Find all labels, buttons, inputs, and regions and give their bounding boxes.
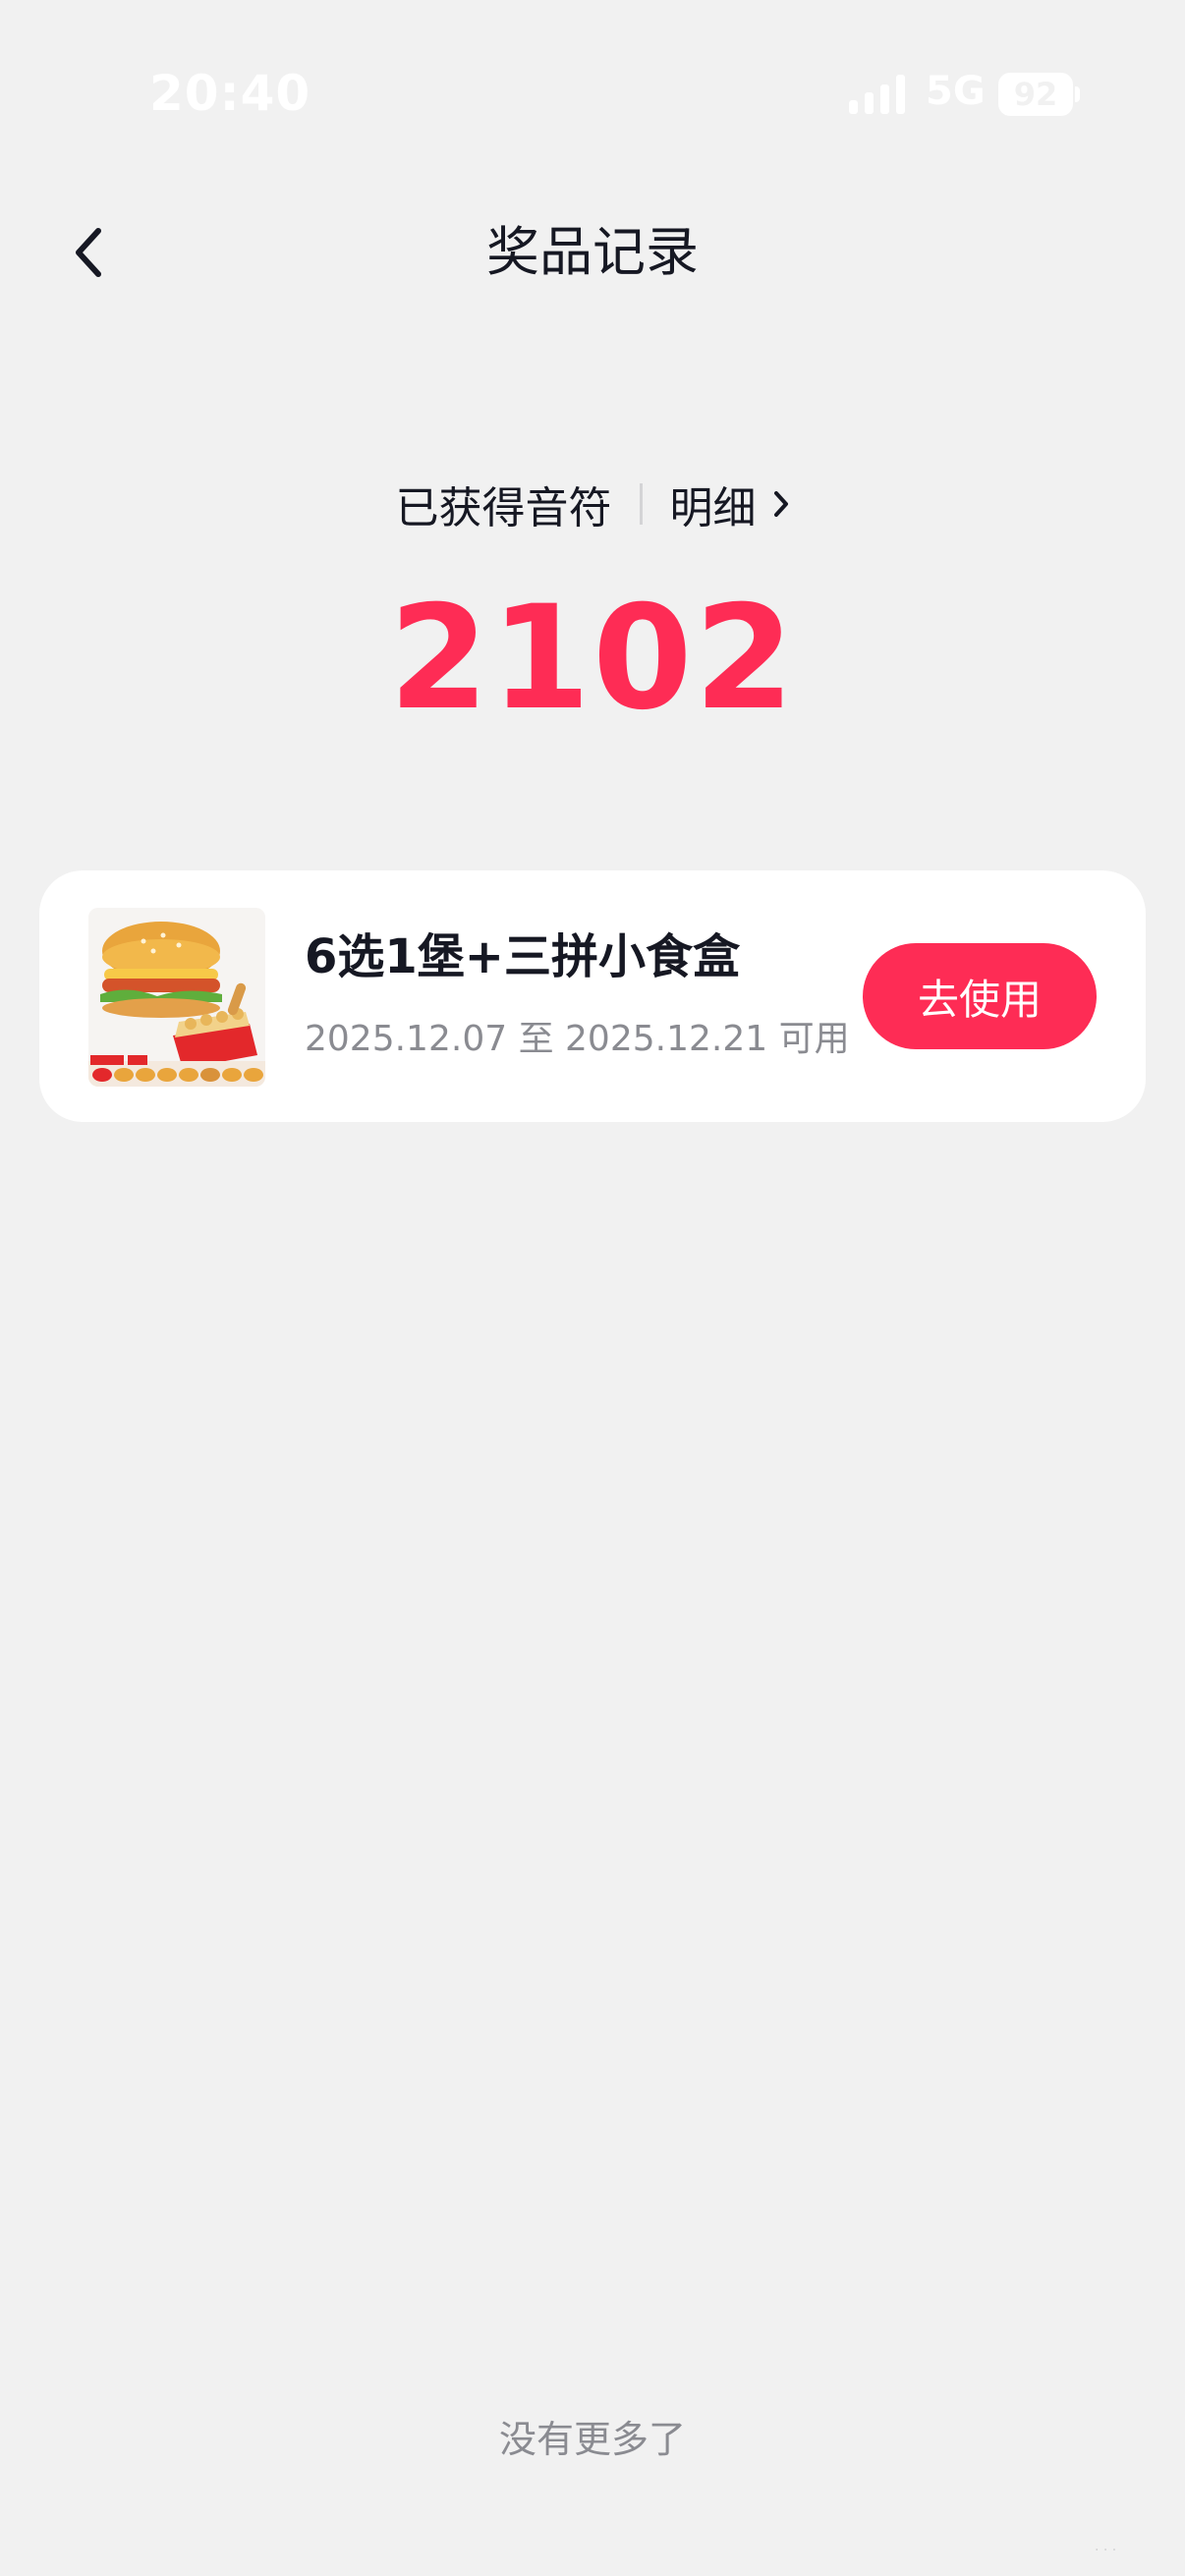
chevron-right-icon — [773, 491, 788, 517]
divider — [639, 483, 643, 525]
prize-name: 6选1堡+三拼小食盒 — [305, 929, 741, 984]
battery-level: 92 — [1013, 76, 1058, 113]
back-button[interactable] — [59, 218, 118, 287]
points-value: 2102 — [388, 575, 797, 742]
detail-link[interactable]: 明细 — [670, 473, 790, 535]
chevron-left-icon — [76, 228, 101, 277]
prize-validity: 2025.12.07 至 2025.12.21 可用 — [305, 1019, 850, 1059]
points-label: 已获得音符 — [395, 483, 612, 533]
no-more-label: 没有更多了 — [498, 2418, 686, 2461]
points-summary: 已获得音符 明细 — [0, 470, 1185, 538]
page-title: 奖品记录 — [486, 221, 699, 283]
use-button[interactable]: 去使用 — [863, 943, 1097, 1049]
battery-tip — [1075, 86, 1080, 102]
battery-icon: 92 — [998, 73, 1073, 116]
signal-icon — [849, 75, 905, 114]
status-bar: 20:40 5G 92 — [0, 0, 1185, 196]
status-time: 20:40 — [149, 65, 311, 122]
burger-illustration — [88, 908, 265, 1087]
prize-card: 6选1堡+三拼小食盒 2025.12.07 至 2025.12.21 可用 去使… — [39, 870, 1146, 1122]
burger-meal-image — [88, 908, 265, 1087]
network-label: 5G — [926, 69, 986, 114]
detail-link-label: 明细 — [669, 483, 757, 533]
watermark: · · · — [1095, 2543, 1117, 2558]
